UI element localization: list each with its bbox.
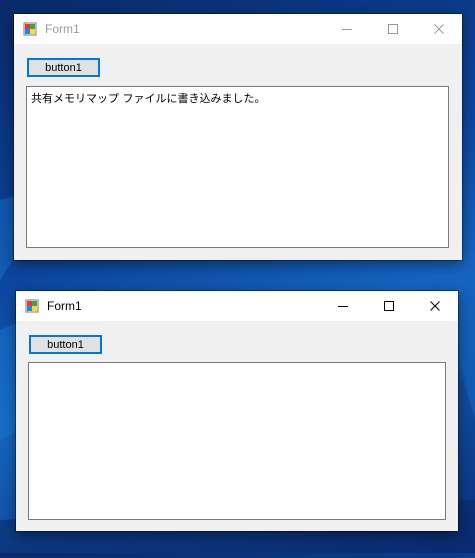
- form-app-icon: [25, 299, 39, 313]
- minimize-icon: [342, 29, 352, 30]
- window-title: Form1: [45, 22, 80, 36]
- close-button[interactable]: [412, 291, 458, 321]
- button1[interactable]: button1: [27, 58, 100, 77]
- minimize-button[interactable]: [320, 291, 366, 321]
- button1[interactable]: button1: [29, 335, 102, 354]
- minimize-button[interactable]: [324, 14, 370, 44]
- maximize-button[interactable]: [366, 291, 412, 321]
- maximize-button[interactable]: [370, 14, 416, 44]
- form1-window-top[interactable]: Form1 button1 共有メモリマップ ファイルに書き込みました。: [14, 14, 462, 260]
- maximize-icon: [384, 301, 394, 311]
- output-textbox[interactable]: 共有メモリマップ ファイルに書き込みました。: [26, 86, 449, 248]
- minimize-icon: [338, 306, 348, 307]
- close-button[interactable]: [416, 14, 462, 44]
- title-bar[interactable]: Form1: [14, 14, 462, 44]
- window-title: Form1: [47, 299, 82, 313]
- form-app-icon: [23, 22, 37, 36]
- close-icon: [430, 301, 440, 311]
- title-bar[interactable]: Form1: [16, 291, 458, 321]
- output-textbox[interactable]: [28, 362, 446, 520]
- maximize-icon: [388, 24, 398, 34]
- form1-window-bottom[interactable]: Form1 button1: [16, 291, 458, 531]
- close-icon: [434, 24, 444, 34]
